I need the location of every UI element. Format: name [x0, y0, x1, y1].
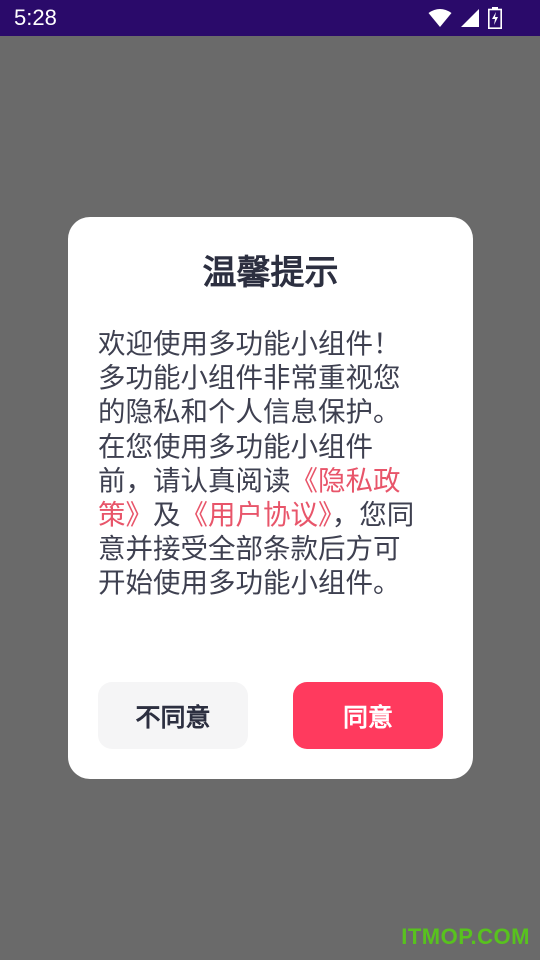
dialog-message: 欢迎使用多功能小组件！多功能小组件非常重视您的隐私和个人信息保护。在您使用多功能… [98, 327, 423, 601]
status-bar: 5:28 [0, 0, 540, 36]
status-icons [428, 6, 502, 30]
dialog-title: 温馨提示 [202, 253, 339, 293]
cellular-signal-icon [461, 9, 479, 27]
user-agreement-link[interactable]: 《用户协议》 [181, 499, 332, 531]
privacy-dialog: 温馨提示 欢迎使用多功能小组件！多功能小组件非常重视您的隐私和个人信息保护。在您… [68, 217, 473, 779]
message-conjunction: 及 [153, 499, 181, 532]
wifi-icon [428, 9, 452, 27]
watermark: ITMOP.COM [401, 924, 530, 949]
battery-charging-icon [488, 7, 502, 29]
agree-button[interactable]: 同意 [293, 682, 443, 749]
status-time: 5:28 [14, 5, 57, 30]
disagree-button[interactable]: 不同意 [98, 682, 248, 749]
